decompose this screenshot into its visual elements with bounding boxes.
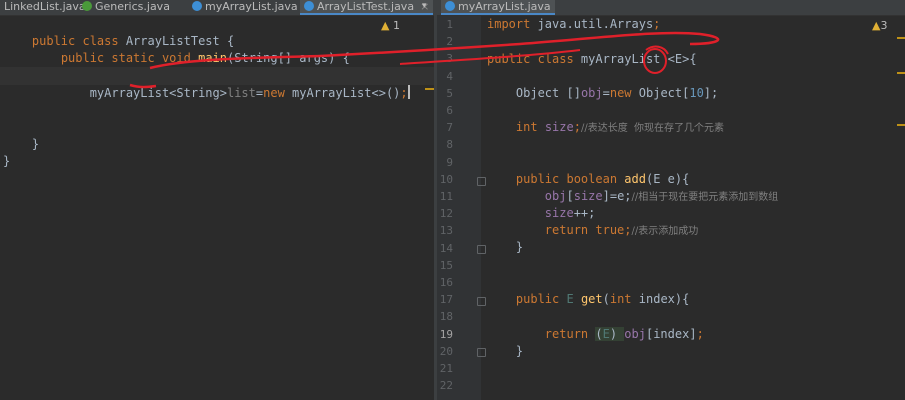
left-editor[interactable]: ▲ 1 public class ArrayListTest { public … [0,16,434,400]
error-stripe-mark[interactable] [897,72,905,74]
more-tabs-icon[interactable]: ▾ [422,1,427,11]
code-line: return (E) obj[index]; [544,327,704,341]
error-stripe-mark[interactable] [425,88,434,90]
warning-indicator[interactable]: ▲3 [872,19,887,32]
line-number: 7 [446,121,453,134]
line-number: 3 [446,52,453,65]
code-line: } [3,154,11,168]
tab-label: Generics.java [95,0,170,13]
tab-label: myArrayList.java [205,0,298,13]
tab-arraylisttest[interactable]: ArrayListTest.java × [300,0,434,15]
line-number: 9 [446,156,453,169]
tab-myarraylist-right[interactable]: myArrayList.java [441,0,555,15]
code-line: } [515,240,524,254]
tab-label: LinkedList.java [4,0,86,13]
code-line: return true;//表示添加成功 [544,223,699,237]
java-class-icon [304,1,314,11]
line-number: 2 [446,35,453,48]
warning-count: 3 [880,19,888,32]
line-number: 22 [439,379,453,392]
tab-myarraylist[interactable]: myArrayList.java [192,0,298,15]
line-number: 12 [439,207,453,220]
right-editor[interactable]: ▲3 1 2 3 4 5 6 7 8 9 10 11 12 13 14 15 16 17 18 19 20 21 22 i… [437,16,905,400]
tab-generics[interactable]: Generics.java [82,0,170,15]
line-number: 13 [439,224,453,237]
line-number: 14 [439,242,453,255]
code-line: obj[size]=e;//相当于现在要把元素添加到数组 [544,189,779,203]
code-line: myArrayList<String>list=new myArrayList<… [31,85,410,100]
left-tab-bar: LinkedList.java Generics.java myArrayLis… [0,0,434,16]
line-number: 4 [446,70,453,83]
code-line: } [515,344,524,358]
line-number: 15 [439,259,453,272]
code-line: } [3,137,40,151]
line-number: 11 [439,190,453,203]
tab-linkedlist[interactable]: LinkedList.java [0,0,86,15]
line-number: 6 [446,104,453,117]
line-number: 5 [446,87,453,100]
code-line: int size;//表达长度 你现在存了几个元素 [515,120,725,134]
tab-label: ArrayListTest.java [317,0,415,13]
fold-icon[interactable] [477,297,486,306]
fold-icon[interactable] [477,348,486,357]
java-class-icon [192,1,202,11]
code-line: size++; [544,206,596,220]
code-line: public E get(int index){ [515,292,690,306]
line-number: 20 [439,345,453,358]
warning-count: 1 [392,19,400,32]
line-number: 16 [439,276,453,289]
tab-label: myArrayList.java [458,0,551,13]
code-line: public class ArrayListTest { [31,34,235,48]
line-number: 18 [439,310,453,323]
code-line: public static void main(String[] args) { [60,51,350,65]
line-number: 21 [439,362,453,375]
java-class-icon [445,1,455,11]
text-cursor [407,85,410,99]
warning-icon: ▲ [381,19,390,32]
error-stripe-mark[interactable] [897,37,905,39]
line-number: 8 [446,138,453,151]
line-number: 1 [446,18,453,31]
fold-icon[interactable] [477,245,486,254]
code-line: public boolean add(E e){ [515,172,690,186]
java-generic-icon [82,1,92,11]
line-number: 17 [439,293,453,306]
right-tab-bar: myArrayList.java [437,0,905,16]
code-line: public class myArrayList <E>{ [487,52,697,66]
line-number: 10 [439,173,453,186]
line-number: 19 [439,328,453,341]
warning-indicator[interactable]: ▲ 1 [381,19,400,32]
code-line: Object []obj=new Object[10]; [515,86,719,100]
code-line: import java.util.Arrays; [487,17,661,31]
error-stripe-mark[interactable] [897,124,905,126]
fold-icon[interactable] [477,177,486,186]
